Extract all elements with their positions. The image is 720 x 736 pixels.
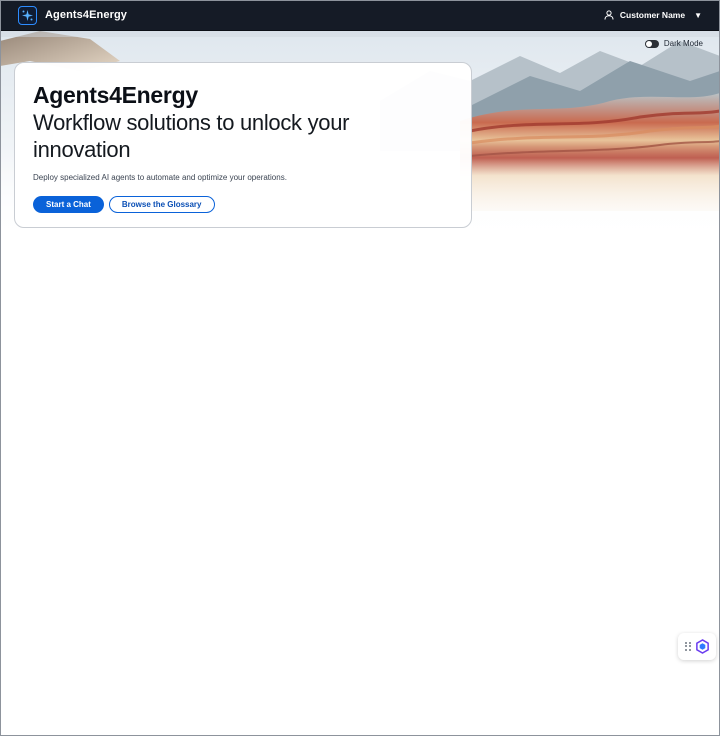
toggle-switch[interactable]: [644, 39, 659, 48]
top-navigation-bar: Agents4Energy Customer Name ▼: [0, 0, 720, 31]
dark-mode-toggle[interactable]: Dark Mode: [644, 39, 703, 48]
browse-glossary-button[interactable]: Browse the Glossary: [108, 196, 215, 213]
user-menu-button[interactable]: Customer Name ▼: [604, 10, 702, 21]
hero-card: Agents4Energy Workflow solutions to unlo…: [14, 62, 472, 228]
hexagon-assistant-icon[interactable]: [695, 639, 710, 654]
drag-grip-icon[interactable]: [684, 642, 691, 651]
user-name: Customer Name: [619, 10, 686, 20]
sparkle-grid-icon[interactable]: [18, 5, 37, 25]
caret-down-icon: ▼: [694, 10, 702, 20]
hero-subtitle: Workflow solutions to unlock your innova…: [33, 110, 350, 162]
dark-mode-label: Dark Mode: [663, 39, 703, 48]
assistant-widget[interactable]: [678, 633, 716, 660]
app-title[interactable]: Agents4Energy: [45, 9, 127, 21]
start-chat-button[interactable]: Start a Chat: [33, 196, 104, 213]
hero-description: Deploy specialized AI agents to automate…: [33, 173, 287, 182]
user-icon: [604, 10, 615, 21]
hero-title: Agents4Energy: [33, 82, 198, 108]
hero-actions: Start a Chat Browse the Glossary: [33, 196, 453, 213]
